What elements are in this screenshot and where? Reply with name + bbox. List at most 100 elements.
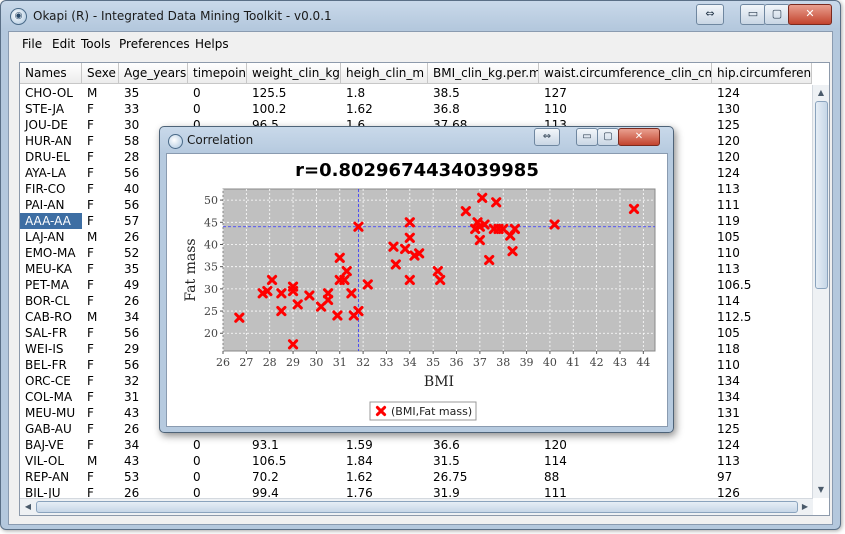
table-cell[interactable]: WEI-IS xyxy=(20,341,82,357)
table-cell[interactable]: 33 xyxy=(119,101,188,117)
table-cell[interactable]: 111 xyxy=(712,197,812,213)
dialog-minimize-button[interactable]: ▭ xyxy=(576,128,598,146)
column-header-6[interactable]: BMI_clin_kg.per.m xyxy=(428,63,539,84)
table-cell[interactable]: 112.5 xyxy=(712,309,812,325)
table-cell[interactable]: 105 xyxy=(712,229,812,245)
column-header-0[interactable]: Names xyxy=(20,63,82,84)
table-cell[interactable]: CHO-OL xyxy=(20,85,82,101)
dialog-maximize-button[interactable]: ▢ xyxy=(597,128,619,146)
column-header-7[interactable]: waist.circumference_clin_cm xyxy=(539,63,712,84)
column-header-4[interactable]: weight_clin_kg xyxy=(247,63,341,84)
menu-preferences[interactable]: Preferences xyxy=(119,37,190,51)
table-cell[interactable]: 125.5 xyxy=(247,85,341,101)
table-cell[interactable]: 1.62 xyxy=(341,101,428,117)
table-cell[interactable]: 125 xyxy=(712,117,812,133)
table-cell[interactable]: 113 xyxy=(712,453,812,469)
table-cell[interactable]: F xyxy=(82,165,119,181)
table-cell[interactable]: 1.59 xyxy=(341,437,428,453)
table-cell[interactable]: 0 xyxy=(188,101,247,117)
table-cell[interactable]: F xyxy=(82,437,119,453)
table-cell[interactable]: 125 xyxy=(712,421,812,437)
table-cell[interactable]: 120 xyxy=(712,149,812,165)
table-cell[interactable]: HUR-AN xyxy=(20,133,82,149)
table-cell[interactable]: 134 xyxy=(712,373,812,389)
table-cell[interactable]: F xyxy=(82,357,119,373)
table-cell[interactable]: F xyxy=(82,389,119,405)
title-bar[interactable]: ◉ Okapi (R) - Integrated Data Mining Too… xyxy=(1,1,840,31)
table-cell[interactable]: F xyxy=(82,245,119,261)
table-cell[interactable]: AAA-AA xyxy=(20,213,82,229)
table-cell[interactable]: F xyxy=(82,261,119,277)
table-row[interactable]: VIL-OL M 43 0 106.5 1.84 31.5 114 113 xyxy=(20,453,805,469)
table-cell[interactable]: 124 xyxy=(712,85,812,101)
table-cell[interactable]: 97 xyxy=(712,469,812,485)
table-cell[interactable]: F xyxy=(82,101,119,117)
table-cell[interactable]: BEL-FR xyxy=(20,357,82,373)
minimize-button[interactable]: ▭ xyxy=(740,4,766,25)
table-cell[interactable]: MEU-KA xyxy=(20,261,82,277)
table-cell[interactable]: 120 xyxy=(712,133,812,149)
table-cell[interactable]: JOU-DE xyxy=(20,117,82,133)
menu-edit[interactable]: Edit xyxy=(52,37,75,51)
table-cell[interactable]: F xyxy=(82,373,119,389)
column-header-3[interactable]: timepoint xyxy=(188,63,247,84)
table-cell[interactable]: MEU-MU xyxy=(20,405,82,421)
table-cell[interactable]: 110 xyxy=(539,101,712,117)
vertical-scrollbar[interactable]: ▲ ▼ xyxy=(812,85,829,498)
table-cell[interactable]: F xyxy=(82,325,119,341)
table-cell[interactable]: 70.2 xyxy=(247,469,341,485)
table-cell[interactable]: EMO-MA xyxy=(20,245,82,261)
menu-tools[interactable]: Tools xyxy=(81,37,111,51)
column-header-2[interactable]: Age_years xyxy=(119,63,188,84)
table-cell[interactable]: F xyxy=(82,341,119,357)
table-cell[interactable]: M xyxy=(82,85,119,101)
table-cell[interactable]: 113 xyxy=(712,181,812,197)
table-cell[interactable]: F xyxy=(82,197,119,213)
table-cell[interactable]: M xyxy=(82,229,119,245)
table-cell[interactable]: 100.2 xyxy=(247,101,341,117)
table-cell[interactable]: COL-MA xyxy=(20,389,82,405)
table-cell[interactable]: 93.1 xyxy=(247,437,341,453)
table-cell[interactable]: F xyxy=(82,405,119,421)
table-cell[interactable]: FIR-CO xyxy=(20,181,82,197)
table-cell[interactable]: F xyxy=(82,149,119,165)
table-cell[interactable]: F xyxy=(82,213,119,229)
table-cell[interactable]: 113 xyxy=(712,261,812,277)
table-cell[interactable]: 134 xyxy=(712,389,812,405)
table-cell[interactable]: CAB-RO xyxy=(20,309,82,325)
table-row[interactable]: BAJ-VE F 34 0 93.1 1.59 36.6 120 124 xyxy=(20,437,805,453)
table-cell[interactable]: VIL-OL xyxy=(20,453,82,469)
table-cell[interactable]: REP-AN xyxy=(20,469,82,485)
table-cell[interactable]: DRU-EL xyxy=(20,149,82,165)
table-cell[interactable]: 118 xyxy=(712,341,812,357)
table-cell[interactable]: STE-JA xyxy=(20,101,82,117)
dialog-restore-button[interactable]: ⇔ xyxy=(534,128,560,146)
column-header-1[interactable]: Sexe xyxy=(82,63,119,84)
table-cell[interactable]: F xyxy=(82,277,119,293)
menu-helps[interactable]: Helps xyxy=(195,37,229,51)
table-cell[interactable]: 0 xyxy=(188,437,247,453)
table-cell[interactable]: 106.5 xyxy=(247,453,341,469)
table-cell[interactable]: F xyxy=(82,117,119,133)
table-cell[interactable]: 105 xyxy=(712,325,812,341)
table-cell[interactable]: M xyxy=(82,309,119,325)
table-cell[interactable]: 36.8 xyxy=(428,101,539,117)
scroll-left-icon[interactable]: ◀ xyxy=(20,499,36,515)
table-cell[interactable]: 34 xyxy=(119,437,188,453)
column-header-5[interactable]: heigh_clin_m xyxy=(341,63,428,84)
table-cell[interactable]: 110 xyxy=(712,245,812,261)
horizontal-scrollbar[interactable]: ◀ ▶ xyxy=(20,498,813,515)
restore-size-button[interactable]: ⇔ xyxy=(696,4,724,25)
maximize-button[interactable]: ▢ xyxy=(764,4,790,25)
table-cell[interactable]: F xyxy=(82,133,119,149)
table-cell[interactable]: 124 xyxy=(712,437,812,453)
table-cell[interactable]: 114 xyxy=(712,293,812,309)
scroll-right-icon[interactable]: ▶ xyxy=(797,499,813,515)
table-cell[interactable]: SAL-FR xyxy=(20,325,82,341)
table-cell[interactable]: PET-MA xyxy=(20,277,82,293)
table-cell[interactable]: 1.84 xyxy=(341,453,428,469)
table-cell[interactable]: 0 xyxy=(188,453,247,469)
table-cell[interactable]: 0 xyxy=(188,85,247,101)
table-cell[interactable]: ORC-CE xyxy=(20,373,82,389)
table-cell[interactable]: 106.5 xyxy=(712,277,812,293)
